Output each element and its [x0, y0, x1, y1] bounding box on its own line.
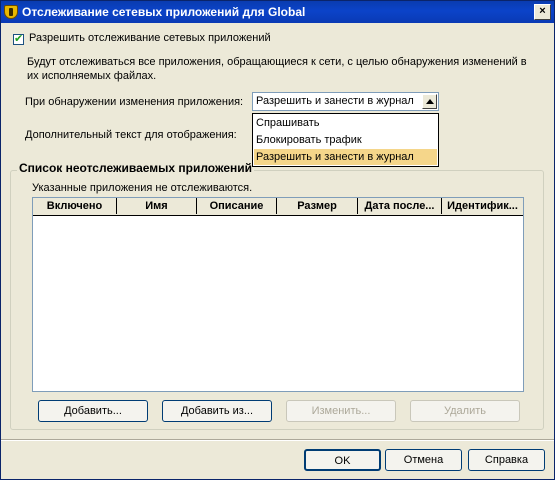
unmonitored-apps-table[interactable]: Включено Имя Описание Размер Дата после.… [32, 197, 524, 392]
option-allow-and-log[interactable]: Разрешить и занести в журнал [254, 149, 437, 165]
cancel-button[interactable]: Отмена [385, 449, 462, 471]
column-header-identifier[interactable]: Идентифик... [442, 198, 523, 214]
on-change-dropdown-list: Спрашивать Блокировать трафик Разрешить … [252, 113, 439, 167]
on-change-selected-value: Разрешить и занести в журнал [256, 95, 414, 107]
add-button[interactable]: Добавить... [38, 400, 148, 422]
footer-divider [1, 439, 554, 441]
option-block-traffic[interactable]: Блокировать трафик [254, 132, 437, 148]
column-header-description[interactable]: Описание [197, 198, 277, 214]
option-ask[interactable]: Спрашивать [254, 115, 437, 131]
description-text: Будут отслеживаться все приложения, обра… [27, 56, 527, 82]
enable-monitoring-label[interactable]: Разрешить отслеживание сетевых приложени… [29, 32, 271, 44]
column-header-size[interactable]: Размер [277, 198, 358, 214]
column-header-date[interactable]: Дата после... [358, 198, 442, 214]
ok-button[interactable]: OK [304, 449, 381, 471]
shield-icon [4, 5, 18, 19]
window-title: Отслеживание сетевых приложений для Glob… [22, 5, 306, 19]
unmonitored-note: Указанные приложения не отслеживаются. [32, 182, 253, 194]
on-change-select[interactable]: Разрешить и занести в журнал [252, 92, 439, 111]
title-bar[interactable]: Отслеживание сетевых приложений для Glob… [1, 1, 554, 23]
add-from-button[interactable]: Добавить из... [162, 400, 272, 422]
unmonitored-group-title: Список неотслеживаемых приложений [17, 161, 255, 175]
dialog-window: Отслеживание сетевых приложений для Glob… [0, 0, 555, 480]
delete-button[interactable]: Удалить [410, 400, 520, 422]
help-button[interactable]: Справка [468, 449, 545, 471]
column-header-name[interactable]: Имя [117, 198, 197, 214]
edit-button[interactable]: Изменить... [286, 400, 396, 422]
close-button[interactable]: × [534, 4, 551, 20]
column-header-enabled[interactable]: Включено [33, 198, 117, 214]
on-change-label: При обнаружении изменения приложения: [25, 96, 244, 108]
enable-monitoring-checkbox[interactable] [13, 32, 24, 45]
table-header: Включено Имя Описание Размер Дата после.… [33, 198, 523, 216]
chevron-up-icon[interactable] [422, 94, 437, 109]
extra-text-label: Дополнительный текст для отображения: [25, 129, 237, 141]
